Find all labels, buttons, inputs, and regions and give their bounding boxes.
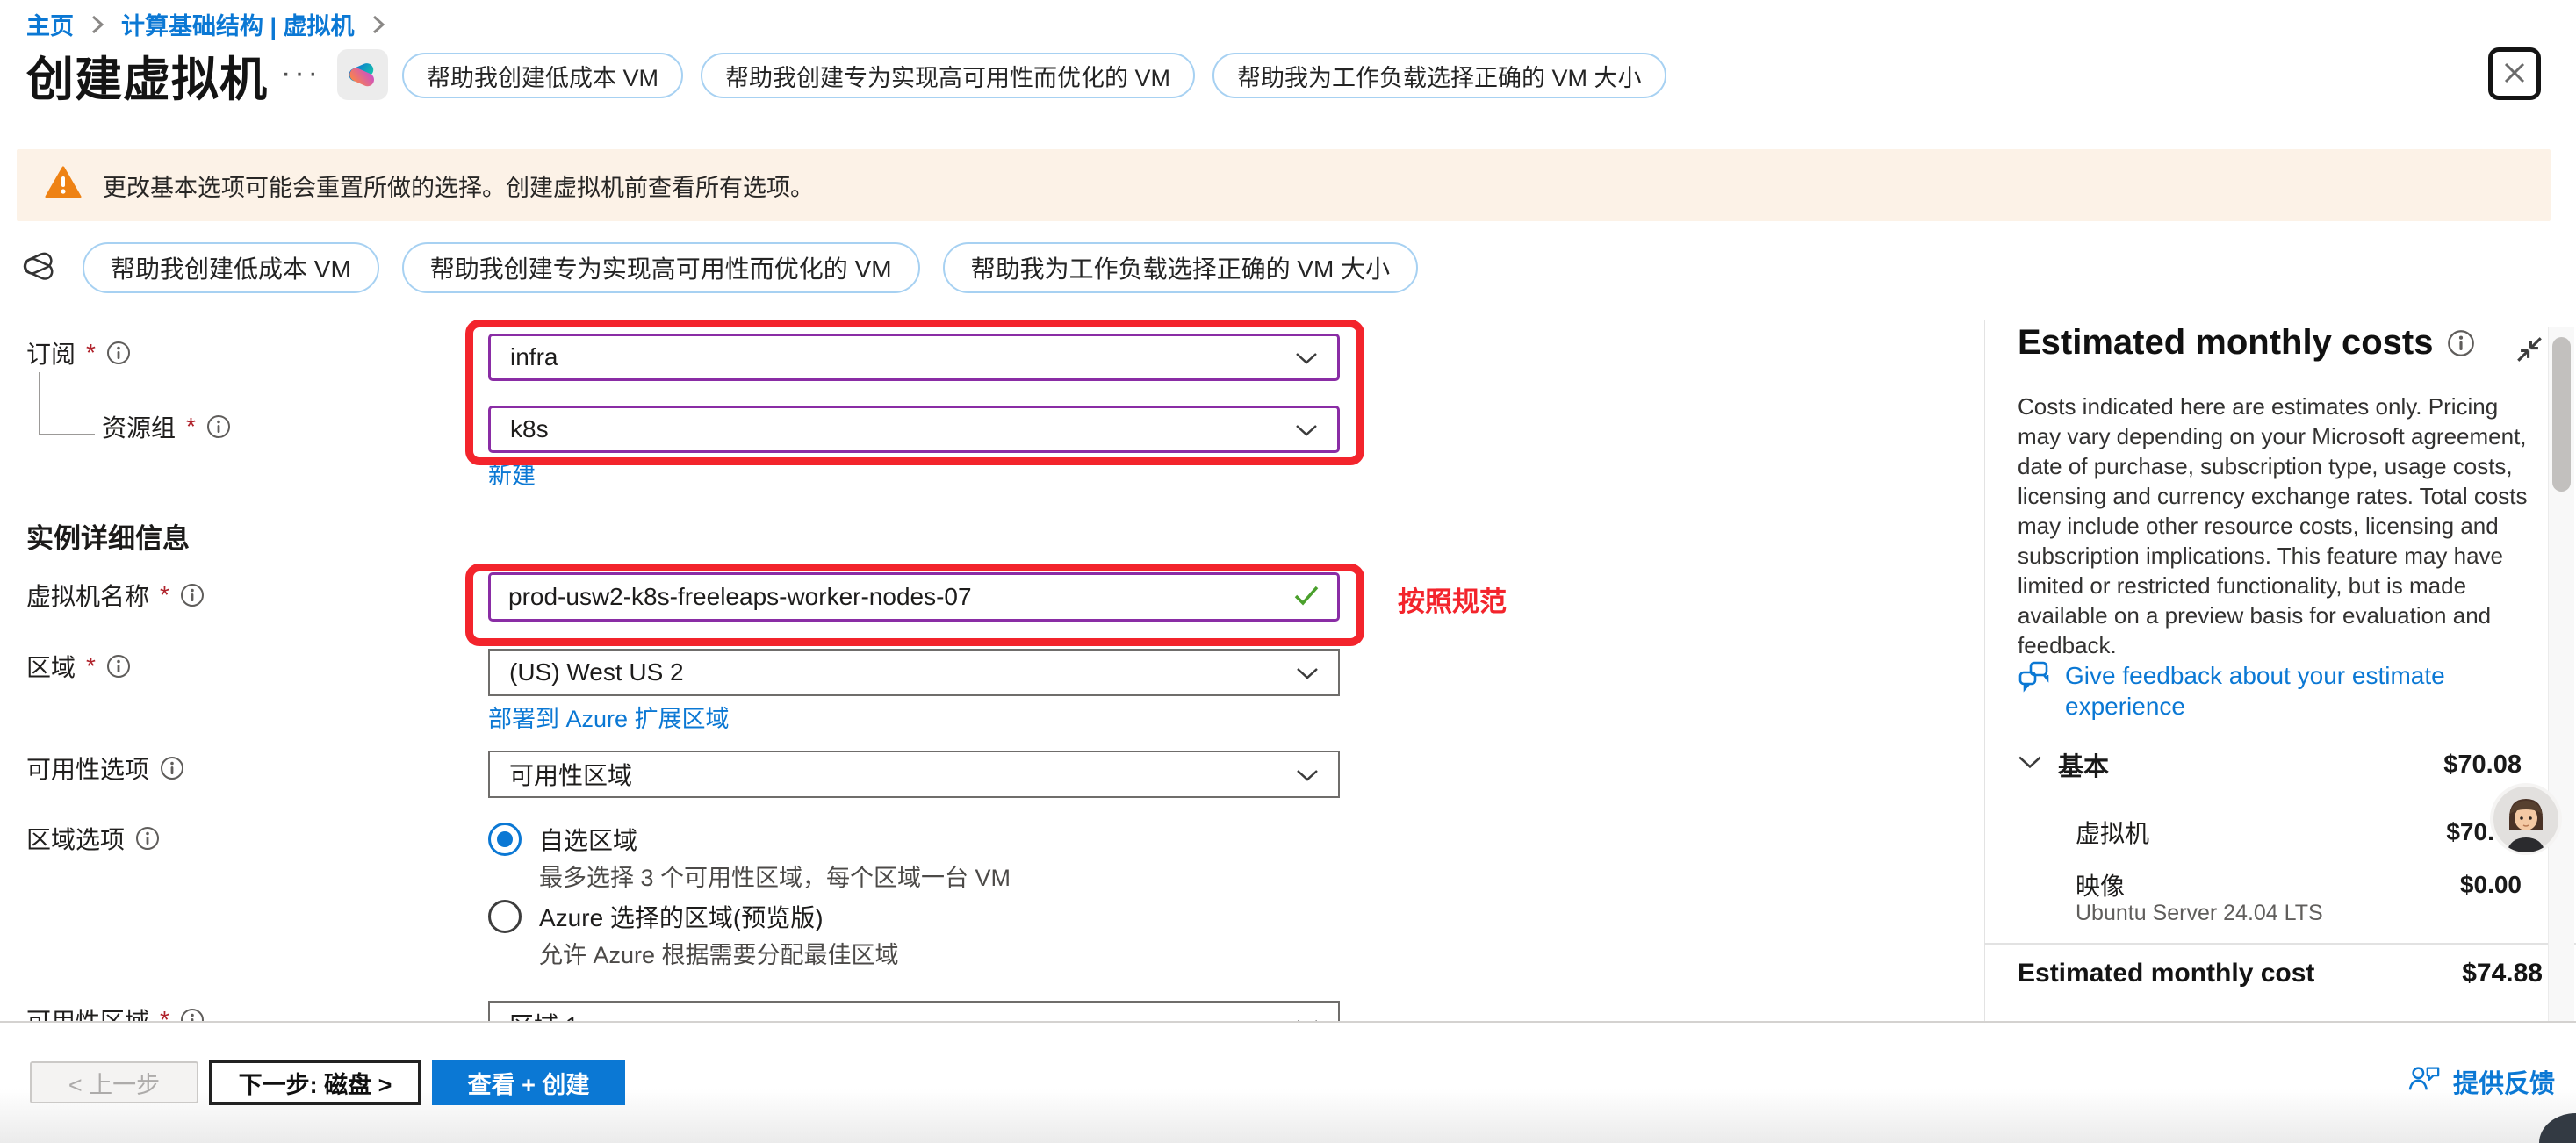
cost-group-value: $70.08 xyxy=(2443,751,2522,780)
vm-name-field xyxy=(488,572,1340,622)
resource-group-label: 资源组 * xyxy=(102,409,231,444)
subscription-value: infra xyxy=(510,343,558,371)
chevron-down-icon xyxy=(1295,343,1318,371)
availability-options-value: 可用性区域 xyxy=(509,757,632,792)
radio-unselected-icon xyxy=(488,900,522,933)
vm-name-input[interactable] xyxy=(508,583,1283,611)
copilot-outline-icon xyxy=(19,246,60,291)
cost-panel-scrollbar[interactable] xyxy=(2552,337,2571,492)
breadcrumb-section-link[interactable]: 计算基础结构 | 虚拟机 xyxy=(121,7,355,41)
region-dropdown[interactable]: (US) West US 2 xyxy=(488,649,1340,696)
cost-panel-description: Costs indicated here are estimates only.… xyxy=(2018,392,2539,660)
collapse-panel-button[interactable] xyxy=(2513,334,2546,367)
cost-total-label: Estimated monthly cost xyxy=(2018,959,2314,988)
info-icon[interactable] xyxy=(106,341,131,365)
give-feedback-text: 提供反馈 xyxy=(2453,1063,2555,1100)
availability-options-label: 可用性选项 xyxy=(26,751,184,786)
breadcrumb-home-link[interactable]: 主页 xyxy=(26,7,74,41)
warning-banner: 更改基本选项可能会重置所做的选择。创建虚拟机前查看所有选项。 xyxy=(17,149,2551,221)
review-create-button[interactable]: 查看 + 创建 xyxy=(432,1060,625,1105)
info-icon[interactable] xyxy=(206,414,231,439)
chip-low-cost-vm[interactable]: 帮助我创建低成本 VM xyxy=(402,53,683,98)
cost-row-image: 映像 $0.00 xyxy=(2076,867,2522,902)
footer-bar: < 上一步 下一步: 磁盘 > 查看 + 创建 提供反馈 xyxy=(0,1021,2576,1143)
subscription-label: 订阅 * xyxy=(26,335,131,370)
chevron-right-icon xyxy=(90,13,105,36)
info-icon[interactable] xyxy=(135,826,160,851)
region-value: (US) West US 2 xyxy=(509,658,684,687)
give-feedback-link[interactable]: 提供反馈 xyxy=(2407,1063,2555,1100)
copilot-button[interactable] xyxy=(337,49,388,100)
assistant-avatar[interactable] xyxy=(2490,783,2562,855)
info-icon[interactable] xyxy=(160,756,184,780)
radio-selected-icon xyxy=(488,823,522,856)
previous-step-button[interactable]: < 上一步 xyxy=(30,1061,198,1103)
warning-icon xyxy=(45,166,82,205)
resource-group-value: k8s xyxy=(510,415,549,443)
required-asterisk: * xyxy=(86,652,96,680)
annotation-follow-convention: 按照规范 xyxy=(1398,579,1507,619)
assist-chips-row: 帮助我创建低成本 VM 帮助我创建专为实现高可用性而优化的 VM 帮助我为工作负… xyxy=(19,242,1418,293)
person-feedback-icon xyxy=(2407,1063,2441,1100)
cost-row-image-sub: Ubuntu Server 24.04 LTS xyxy=(2076,901,2323,926)
info-icon[interactable] xyxy=(2447,329,2475,357)
availability-options-dropdown[interactable]: 可用性区域 xyxy=(488,751,1340,798)
chip-high-availability-vm[interactable]: 帮助我创建专为实现高可用性而优化的 VM xyxy=(701,53,1195,98)
resource-group-dropdown[interactable]: k8s xyxy=(488,406,1340,453)
close-button[interactable] xyxy=(2488,47,2541,100)
cost-group-label: 基本 xyxy=(2058,746,2109,783)
copilot-suggestion-chips: 帮助我创建低成本 VM 帮助我创建专为实现高可用性而优化的 VM 帮助我为工作负… xyxy=(402,53,1666,98)
warning-banner-text: 更改基本选项可能会重置所做的选择。创建虚拟机前查看所有选项。 xyxy=(103,169,814,203)
chevron-down-icon xyxy=(1295,415,1318,443)
estimate-feedback-text: Give feedback about your estimate experi… xyxy=(2065,660,2515,722)
required-asterisk: * xyxy=(86,339,96,367)
zone-options-label: 区域选项 xyxy=(26,821,160,856)
required-asterisk: * xyxy=(186,413,196,441)
radio-azure-selected-zones[interactable]: Azure 选择的区域(预览版) xyxy=(488,899,824,934)
radio-azure-selected-desc: 允许 Azure 根据需要分配最佳区域 xyxy=(539,936,899,970)
close-icon xyxy=(2500,59,2529,90)
cost-total-row: Estimated monthly cost $74.88 xyxy=(2018,959,2543,988)
tree-connector-vertical xyxy=(39,372,40,435)
required-asterisk: * xyxy=(160,581,169,609)
estimate-feedback-link[interactable]: Give feedback about your estimate experi… xyxy=(2018,660,2515,722)
panel-divider xyxy=(1984,320,1985,1021)
feedback-bubbles-icon xyxy=(2018,660,2051,700)
instance-details-section-title: 实例详细信息 xyxy=(26,516,190,556)
more-options-button[interactable]: ··· xyxy=(281,56,321,90)
chip-low-cost-vm[interactable]: 帮助我创建低成本 VM xyxy=(83,242,379,293)
cost-total-value: $74.88 xyxy=(2462,959,2543,988)
cost-panel-title: Estimated monthly costs xyxy=(2018,323,2433,363)
cost-group-row[interactable]: 基本 $70.08 xyxy=(2018,746,2522,783)
region-label: 区域 * xyxy=(26,649,131,684)
cost-panel-divider xyxy=(1984,943,2576,945)
create-new-resource-group-link[interactable]: 新建 xyxy=(488,456,536,491)
chip-right-vm-size[interactable]: 帮助我为工作负载选择正确的 VM 大小 xyxy=(1212,53,1666,98)
chip-high-availability-vm[interactable]: 帮助我创建专为实现高可用性而优化的 VM xyxy=(402,242,920,293)
info-icon[interactable] xyxy=(106,654,131,679)
page-title: 创建虚拟机 xyxy=(26,40,268,110)
subscription-dropdown[interactable]: infra xyxy=(488,334,1340,381)
breadcrumb: 主页 计算基础结构 | 虚拟机 xyxy=(26,7,386,41)
radio-self-selected-zones[interactable]: 自选区域 xyxy=(488,822,637,857)
chevron-down-icon xyxy=(1296,760,1319,788)
tree-connector-horizontal xyxy=(39,434,95,435)
radio-self-selected-desc: 最多选择 3 个可用性区域，每个区域一台 VM xyxy=(539,859,1011,893)
copilot-icon xyxy=(344,56,381,93)
valid-check-icon xyxy=(1293,585,1320,610)
chevron-down-icon xyxy=(2018,755,2042,774)
cost-panel-header: Estimated monthly costs xyxy=(2018,323,2475,363)
vm-name-label: 虚拟机名称 * xyxy=(26,578,205,613)
deploy-to-azure-extended-zone-link[interactable]: 部署到 Azure 扩展区域 xyxy=(488,700,730,734)
collapse-icon xyxy=(2515,334,2544,367)
info-icon[interactable] xyxy=(180,583,205,607)
chevron-down-icon xyxy=(1296,658,1319,687)
cost-row-vm: 虚拟机 $70.08 xyxy=(2076,815,2522,850)
chip-right-vm-size[interactable]: 帮助我为工作负载选择正确的 VM 大小 xyxy=(943,242,1419,293)
chevron-right-icon xyxy=(371,13,386,36)
next-step-disks-button[interactable]: 下一步: 磁盘 > xyxy=(209,1060,421,1105)
